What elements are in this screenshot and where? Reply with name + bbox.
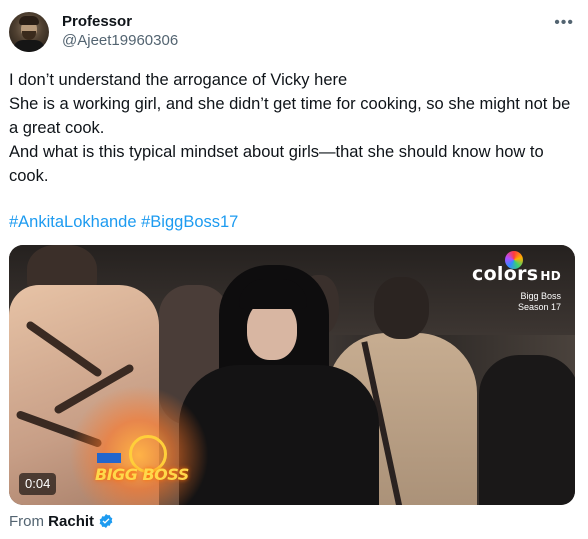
colors-swirl-icon: [505, 251, 523, 269]
logo-word: BIGG BOSS: [95, 465, 189, 484]
channel-logo: colors HD Bigg Boss Season 17: [472, 251, 561, 313]
attribution-prefix: From: [9, 513, 44, 530]
bigg-boss-logo: BIGG BOSS: [91, 435, 201, 491]
tweet-line: I don’t understand the arrogance of Vick…: [9, 71, 348, 89]
hashtag-link[interactable]: #BiggBoss17: [141, 213, 238, 231]
tweet-text: I don’t understand the arrogance of Vick…: [9, 68, 574, 188]
video-timestamp: 0:04: [19, 473, 57, 495]
video-player[interactable]: colors HD Bigg Boss Season 17 BIGG BOSS 0…: [9, 245, 575, 505]
show-season: Season 17: [517, 302, 561, 312]
avatar[interactable]: [9, 12, 49, 52]
show-name: Bigg Boss: [520, 291, 561, 301]
tweet-line: She is a working girl, and she didn’t ge…: [9, 95, 571, 137]
attribution: From Rachit: [9, 513, 114, 531]
verified-badge-icon: [99, 514, 113, 528]
user-handle[interactable]: @Ajeet19960306: [62, 32, 178, 50]
hashtags: #AnkitaLokhande #BiggBoss17: [9, 210, 238, 234]
channel-name: colors: [472, 263, 539, 285]
person-figure: [179, 365, 379, 505]
ellipsis-icon[interactable]: •••: [554, 15, 574, 31]
display-name[interactable]: Professor: [62, 13, 132, 31]
channel-hd: HD: [540, 269, 561, 283]
tweet-line: And what is this typical mindset about g…: [9, 143, 544, 185]
attribution-author[interactable]: Rachit: [48, 513, 94, 530]
hashtag-link[interactable]: #AnkitaLokhande: [9, 213, 137, 231]
